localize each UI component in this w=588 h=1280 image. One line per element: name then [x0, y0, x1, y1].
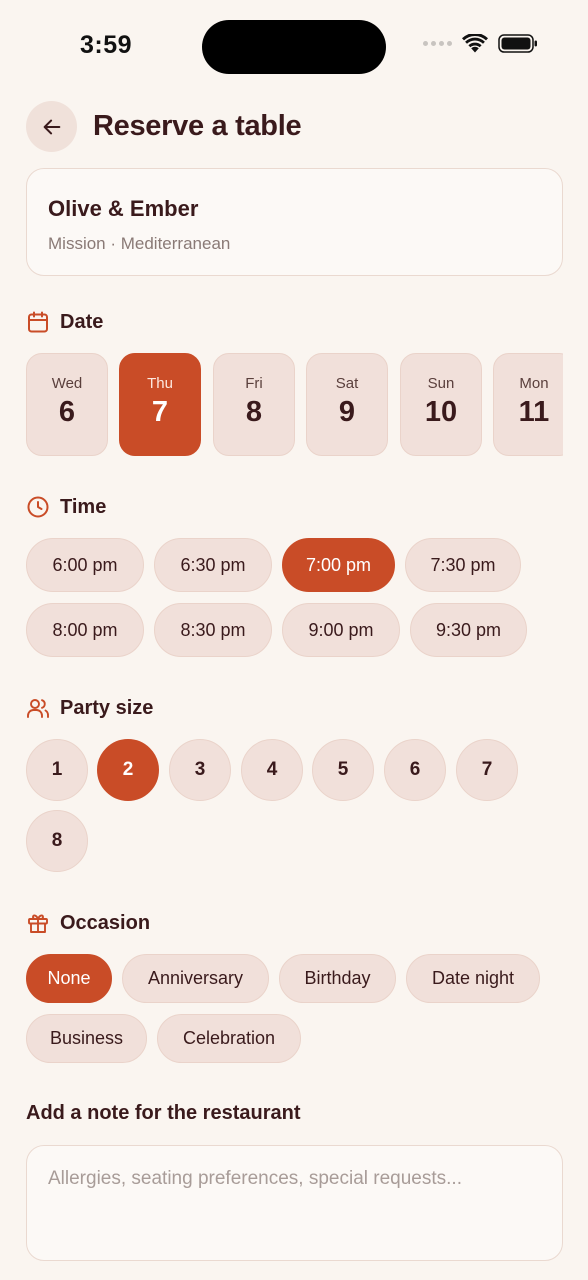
time-option[interactable]: 7:30 pm: [405, 538, 521, 592]
users-icon: [27, 699, 49, 718]
party-size-option[interactable]: 4: [241, 739, 303, 801]
date-option[interactable]: Mon 11: [493, 353, 563, 456]
party-size-option[interactable]: 5: [312, 739, 374, 801]
date-option[interactable]: Sat 9: [306, 353, 388, 456]
header: Reserve a table: [26, 101, 302, 152]
occasion-option[interactable]: Celebration: [157, 1014, 301, 1063]
date-day: 11: [518, 396, 550, 428]
restaurant-name: Olive & Ember: [48, 196, 199, 221]
date-dow: Mon: [519, 375, 549, 392]
occasion-option[interactable]: Business: [26, 1014, 147, 1063]
date-day: 8: [245, 396, 263, 428]
gift-icon: [28, 914, 48, 933]
dynamic-island: [202, 20, 386, 74]
party-size-option[interactable]: 8: [26, 810, 88, 872]
status-bar: 3:59: [0, 0, 588, 96]
date-section-label: Date: [26, 310, 103, 334]
date-day: 10: [424, 396, 458, 428]
time-option[interactable]: 9:30 pm: [410, 603, 527, 657]
calendar-icon: [28, 311, 48, 333]
time-option[interactable]: 6:00 pm: [26, 538, 144, 592]
note-label: Add a note for the restaurant: [26, 1102, 301, 1124]
restaurant-card: Olive & Ember Mission · Mediterranean: [26, 168, 563, 276]
date-option[interactable]: Fri 8: [213, 353, 295, 456]
party-size-option[interactable]: 2: [97, 739, 159, 801]
date-dow: Thu: [147, 375, 173, 392]
date-day: 9: [338, 396, 356, 428]
date-option[interactable]: Sun 10: [400, 353, 482, 456]
time-option[interactable]: 8:30 pm: [154, 603, 272, 657]
clock-icon: [27, 496, 49, 518]
date-option[interactable]: Wed 6: [26, 353, 108, 456]
party-size-option[interactable]: 3: [169, 739, 231, 801]
date-day: 7: [151, 396, 169, 428]
battery-icon: [498, 34, 537, 53]
wifi-icon: [462, 34, 488, 53]
time-option[interactable]: 6:30 pm: [154, 538, 272, 592]
party-size-option[interactable]: 6: [384, 739, 446, 801]
occasion-section-label: Occasion: [26, 911, 150, 935]
status-icons: [423, 34, 538, 53]
party-size-section-label: Party size: [26, 696, 153, 720]
restaurant-meta: Mission · Mediterranean: [48, 234, 231, 253]
arrow-left-icon: [43, 119, 60, 134]
party-size-option[interactable]: 7: [456, 739, 518, 801]
time-option[interactable]: 9:00 pm: [282, 603, 400, 657]
date-day: 6: [58, 396, 76, 428]
date-selector: Wed 6 Thu 7 Fri 8 Sat 9 Sun 10 Mon 11: [26, 353, 563, 457]
date-option[interactable]: Thu 7: [119, 353, 201, 456]
time-section-label: Time: [26, 495, 106, 519]
page-title: Reserve a table: [93, 110, 302, 142]
status-time: 3:59: [80, 31, 133, 59]
occasion-option[interactable]: Date night: [406, 954, 540, 1003]
date-dow: Sun: [427, 375, 455, 392]
occasion-option[interactable]: Anniversary: [122, 954, 269, 1003]
occasion-option[interactable]: None: [26, 954, 112, 1003]
occasion-label: Occasion: [60, 911, 151, 934]
date-label: Date: [60, 310, 104, 333]
back-button[interactable]: [26, 101, 77, 152]
party-size-label: Party size: [60, 696, 154, 719]
note-textarea[interactable]: [26, 1145, 563, 1261]
reservation-screen: 3:59 Reserve a table Olive & Ember Missi…: [0, 0, 588, 1280]
time-option[interactable]: 7:00 pm: [282, 538, 395, 592]
time-label: Time: [60, 495, 107, 518]
date-dow: Fri: [245, 375, 263, 392]
date-dow: Wed: [51, 375, 83, 392]
occasion-option[interactable]: Birthday: [279, 954, 396, 1003]
time-option[interactable]: 8:00 pm: [26, 603, 144, 657]
party-size-option[interactable]: 1: [26, 739, 88, 801]
date-dow: Sat: [335, 375, 359, 392]
signal-icon: [423, 41, 452, 46]
